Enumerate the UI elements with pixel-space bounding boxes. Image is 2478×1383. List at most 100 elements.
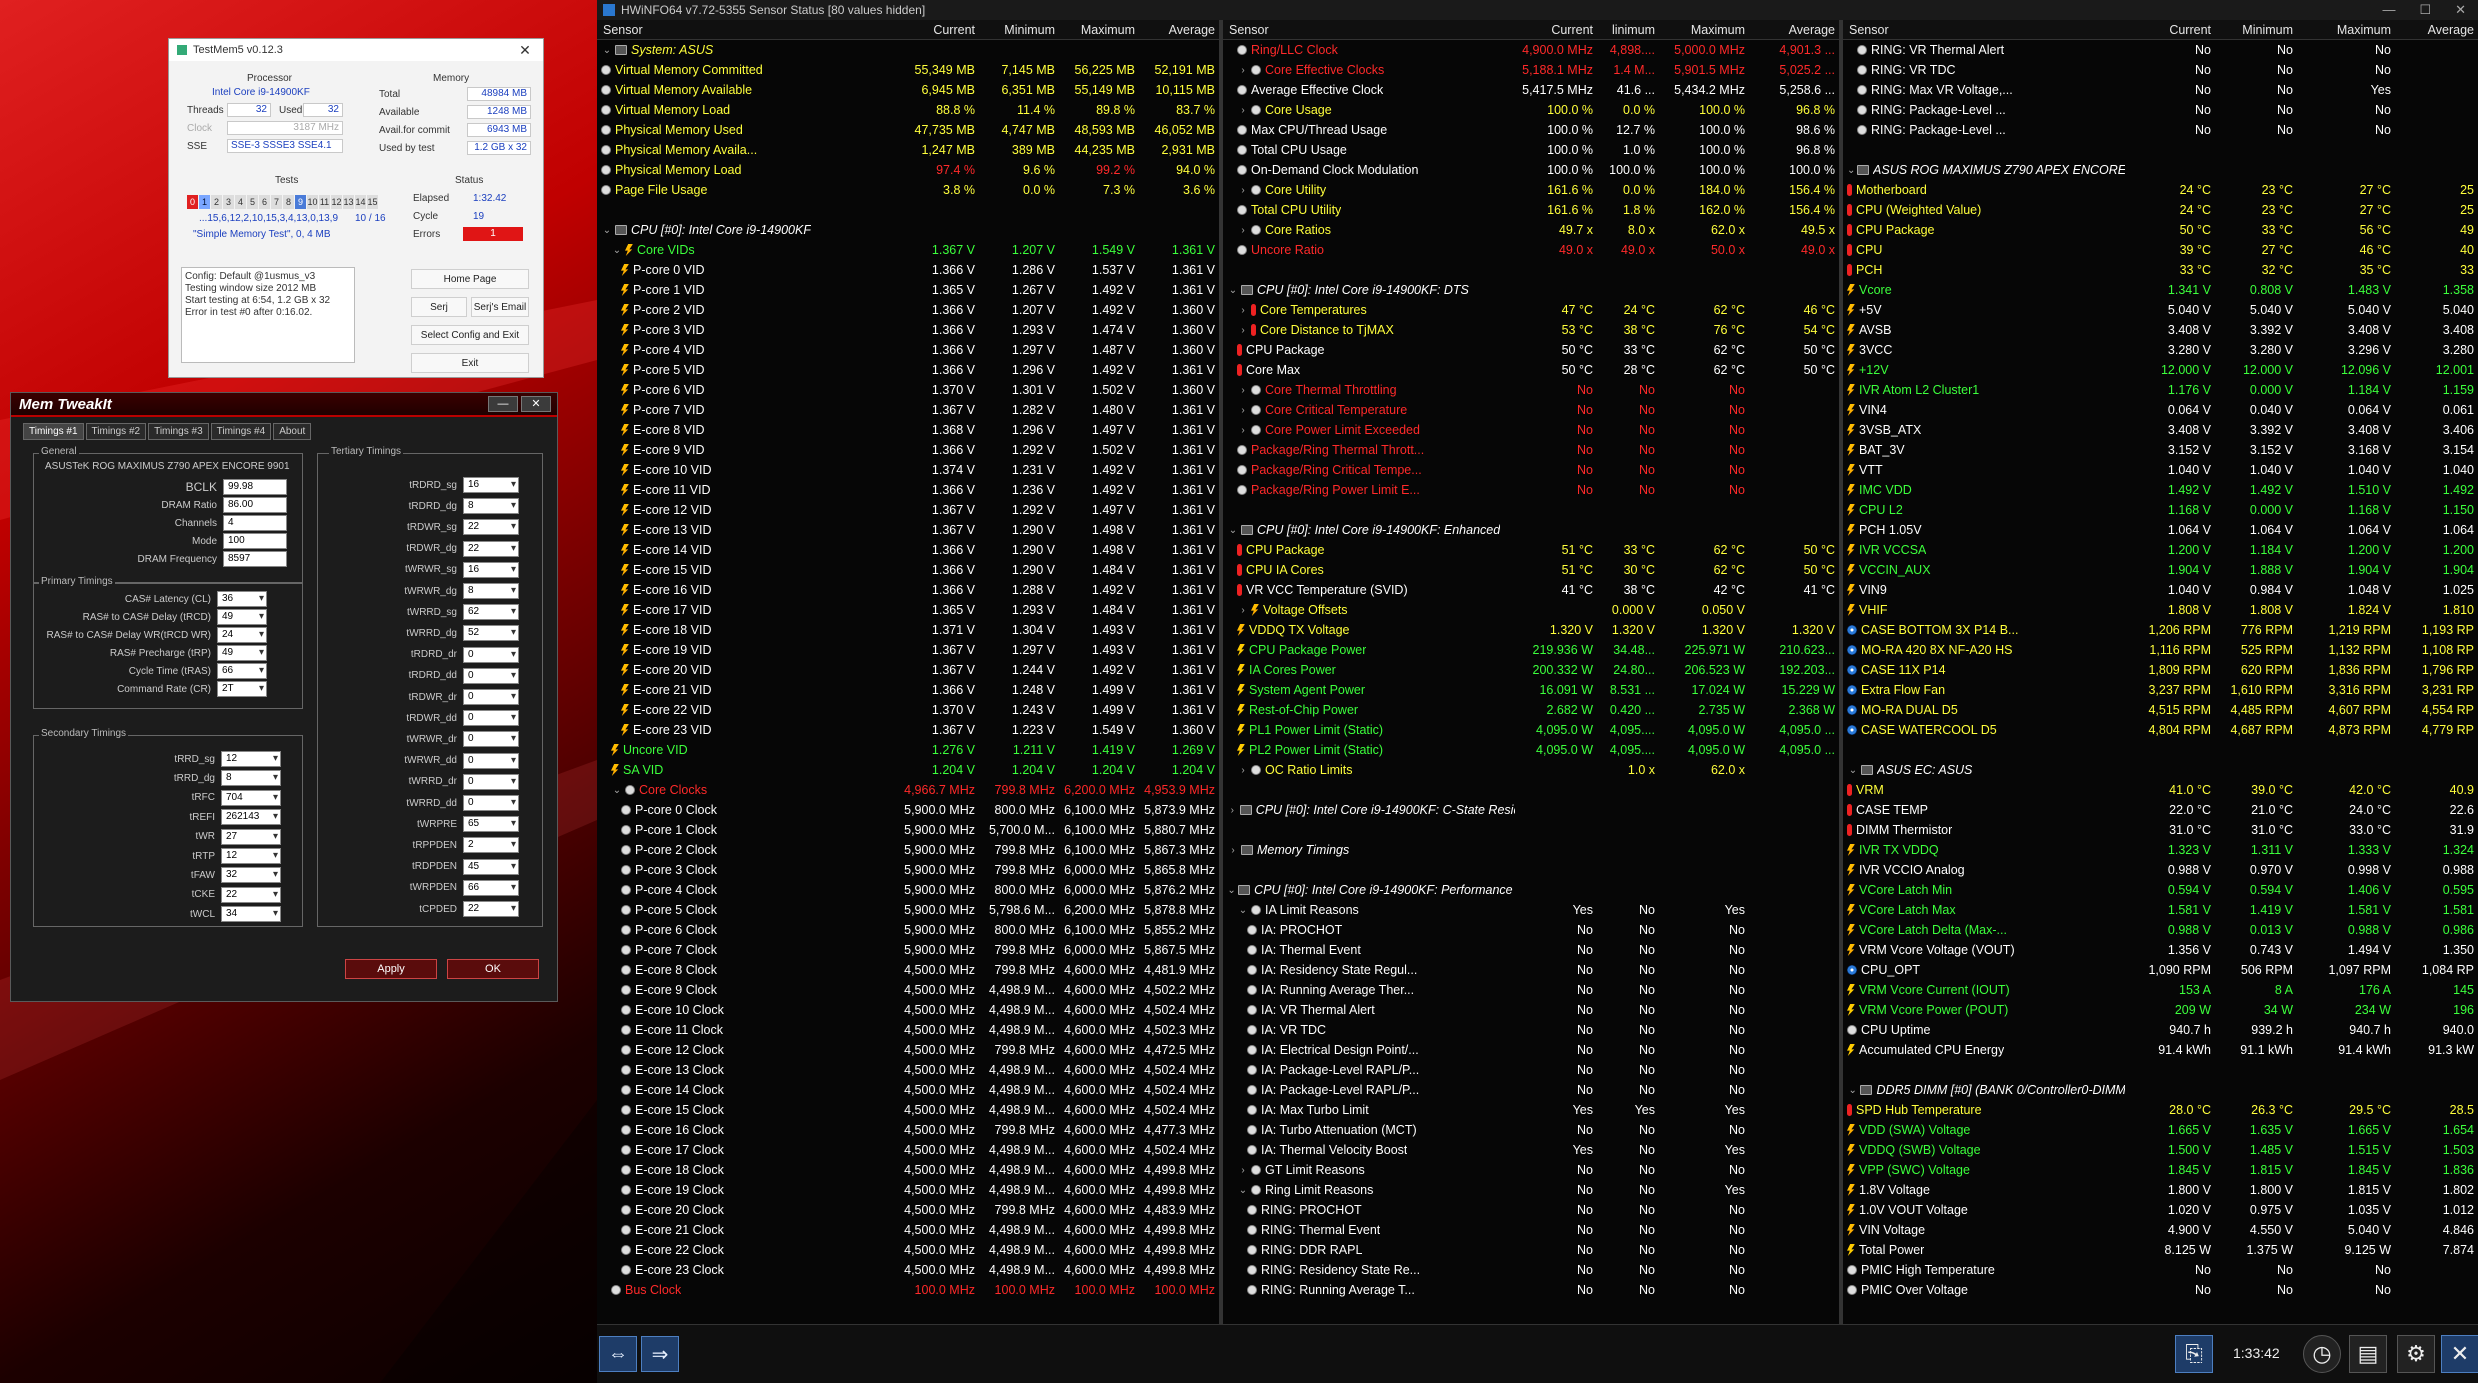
sensor-row[interactable]: CPU IA Cores 51 °C 30 °C 62 °C 50 °C — [1223, 560, 1839, 580]
sensor-row[interactable]: IA Cores Power 200.332 W 24.80... 206.523 W… — [1223, 660, 1839, 680]
sensor-row[interactable]: E-core 12 Clock 4,500.0 MHz 799.8 MHz 4,600… — [597, 1040, 1219, 1060]
timing-select[interactable]: 22 — [463, 519, 519, 536]
sensor-row[interactable]: Package/Ring Power Limit E... No No No — [1223, 480, 1839, 500]
column-header-2[interactable]: Minimum — [979, 23, 1059, 37]
sensor-row[interactable]: Motherboard 24 °C 23 °C 27 °C 25 — [1843, 180, 2478, 200]
timing-select[interactable]: 34 — [221, 906, 281, 923]
sensor-row[interactable]: E-core 22 Clock 4,500.0 MHz 4,498.9 M... 4,… — [597, 1240, 1219, 1260]
sensor-row[interactable]: VRM Vcore Current (IOUT) 153 A8 A 176 A 145 — [1843, 980, 2478, 1000]
sensor-row[interactable]: E-core 15 VID 1.366 V 1.290 V 1.484 V 1.361 … — [597, 560, 1219, 580]
sensor-row[interactable]: CASE WATERCOOL D5 4,804 RPM 4,687 RPM 4,873… — [1843, 720, 2478, 740]
chevron-down-icon[interactable]: ⌄ — [601, 45, 613, 56]
maximize-icon[interactable]: ☐ — [2419, 2, 2431, 18]
memtweakit-titlebar[interactable]: Mem TweakIt — ✕ — [11, 393, 557, 417]
sensor-row[interactable]: RING: Thermal Event No No No — [1223, 1220, 1839, 1240]
sensor-row[interactable]: P-core 5 Clock 5,900.0 MHz 5,798.6 M... 6,2… — [597, 900, 1219, 920]
sensor-row[interactable]: E-core 17 VID 1.365 V 1.293 V 1.484 V 1.361 … — [597, 600, 1219, 620]
timing-select[interactable]: 0 — [463, 731, 519, 748]
timing-select[interactable]: 0 — [463, 752, 519, 769]
sensor-row[interactable]: Accumulated CPU Energy 91.4 kWh 91.1 kWh 91… — [1843, 1040, 2478, 1060]
sensor-row[interactable]: IVR VCCSA 1.200 V 1.184 V 1.200 V 1.200 — [1843, 540, 2478, 560]
minimize-icon[interactable]: — — [488, 396, 518, 412]
sensor-row[interactable]: 1.8V Voltage 1.800 V 1.800 V 1.815 V 1.802 — [1843, 1180, 2478, 1200]
tab-timings-1[interactable]: Timings #1 — [23, 423, 84, 440]
sensor-row[interactable]: ⌄ Ring Limit Reasons No No Yes — [1223, 1180, 1839, 1200]
sensor-panel-1[interactable]: Sensor Current Minimum Maximum Average ⌄ Syste… — [597, 20, 1219, 1324]
sensor-row[interactable]: Package/Ring Thermal Thrott... No No No — [1223, 440, 1839, 460]
timing-select[interactable]: 12 — [221, 848, 281, 864]
sensor-row[interactable]: Vcore 1.341 V 0.808 V 1.483 V 1.358 — [1843, 280, 2478, 300]
sensor-row[interactable]: PMIC Over Voltage No No No — [1843, 1280, 2478, 1300]
timing-select[interactable]: 0 — [463, 710, 519, 727]
sensor-row[interactable]: 3VCC 3.280 V 3.280 V 3.296 V 3.280 — [1843, 340, 2478, 360]
sensor-row[interactable]: E-core 20 Clock 4,500.0 MHz 799.8 MHz 4,600… — [597, 1200, 1219, 1220]
minimize-icon[interactable]: — — [2382, 2, 2395, 18]
home-page-button[interactable]: Home Page — [411, 269, 529, 289]
chevron-right-icon[interactable]: › — [1237, 405, 1249, 416]
chevron-right-icon[interactable]: › — [1227, 845, 1239, 856]
timing-select[interactable]: 8 — [221, 770, 281, 787]
chevron-down-icon[interactable]: ⌄ — [1237, 905, 1249, 916]
sensor-row[interactable]: P-core 1 Clock 5,900.0 MHz 5,700.0 M... 6,1… — [597, 820, 1219, 840]
sensor-row[interactable]: E-core 20 VID 1.367 V 1.244 V 1.492 V 1.361 … — [597, 660, 1219, 680]
hwinfo-titlebar[interactable]: HWiNFO64 v7.72-5355 Sensor Status [80 va… — [597, 0, 2478, 20]
sensor-row[interactable]: Uncore Ratio 49.0 x 49.0 x 50.0 x 49.0 x — [1223, 240, 1839, 260]
sensor-row[interactable]: Physical Memory Availa... 1,247 MB 389 MB 4… — [597, 140, 1219, 160]
tab-timings-4[interactable]: Timings #4 — [210, 423, 272, 440]
chevron-right-icon[interactable]: › — [1237, 425, 1249, 436]
sensor-row[interactable]: RING: DDR RAPL No No No — [1223, 1240, 1839, 1260]
chevron-right-icon[interactable]: › — [1237, 385, 1249, 396]
sensor-row[interactable]: VCore Latch Max 1.581 V 1.419 V 1.581 V 1.58… — [1843, 900, 2478, 920]
sensor-group-header[interactable]: ⌄ASUS ROG MAXIMUS Z790 APEX ENCORE (Nuvo… — [1843, 160, 2478, 180]
sensor-row[interactable]: VIN Voltage 4.900 V 4.550 V 5.040 V 4.846 — [1843, 1220, 2478, 1240]
timing-select[interactable]: 0 — [463, 667, 519, 684]
sensor-row[interactable]: P-core 2 Clock 5,900.0 MHz 799.8 MHz 6,100.… — [597, 840, 1219, 860]
sensor-row[interactable]: › GT Limit Reasons No No No — [1223, 1160, 1839, 1180]
chevron-down-icon[interactable]: ⌄ — [1227, 885, 1236, 896]
sensor-row[interactable]: VCCIN_AUX 1.904 V 1.888 V 1.904 V 1.904 — [1843, 560, 2478, 580]
sensor-row[interactable]: E-core 23 Clock 4,500.0 MHz 4,498.9 M... 4,… — [597, 1260, 1219, 1280]
sensor-row[interactable]: VDD (SWA) Voltage 1.665 V 1.635 V 1.665 V 1.… — [1843, 1120, 2478, 1140]
sensor-panel-3[interactable]: Sensor Current Minimum Maximum Average RING: … — [1843, 20, 2478, 1324]
timing-select[interactable]: 62 — [463, 604, 519, 621]
sensor-row[interactable]: CPU (Weighted Value) 24 °C 23 °C 27 °C 25 — [1843, 200, 2478, 220]
sensor-row[interactable]: 3VSB_ATX 3.408 V 3.392 V 3.408 V 3.406 — [1843, 420, 2478, 440]
timing-select[interactable]: 8 — [463, 583, 519, 599]
sensor-row[interactable]: IA: VR Thermal Alert No No No — [1223, 1000, 1839, 1020]
serj-email-button[interactable]: Serj's Email — [471, 297, 529, 317]
sensor-row[interactable]: P-core 4 VID 1.366 V 1.297 V 1.487 V 1.360 V — [597, 340, 1219, 360]
sensor-row[interactable]: E-core 11 Clock 4,500.0 MHz 4,498.9 M... 4,… — [597, 1020, 1219, 1040]
sensor-row[interactable]: IVR VCCIO Analog 0.988 V 0.970 V 0.998 V 0.9… — [1843, 860, 2478, 880]
chevron-right-icon[interactable]: › — [1237, 1165, 1249, 1176]
column-header-3[interactable]: Maximum — [1659, 23, 1749, 37]
select-config-button[interactable]: Select Config and Exit — [411, 325, 529, 345]
sensor-row[interactable]: PL1 Power Limit (Static) 4,095.0 W 4,095..… — [1223, 720, 1839, 740]
sensor-group-header[interactable]: ⌄ ASUS EC: ASUS — [1843, 760, 2478, 780]
sensor-row[interactable]: E-core 15 Clock 4,500.0 MHz 4,498.9 M... 4,… — [597, 1100, 1219, 1120]
sensor-row[interactable]: Rest-of-Chip Power 2.682 W 0.420 ... 2.735 … — [1223, 700, 1839, 720]
sensor-row[interactable]: › Core Temperatures 47 °C 24 °C 62 °C 46 °C — [1223, 300, 1839, 320]
sensor-row[interactable]: P-core 1 VID 1.365 V 1.267 V 1.492 V 1.361 V — [597, 280, 1219, 300]
chevron-down-icon[interactable]: ⌄ — [1237, 1185, 1249, 1196]
sensor-row[interactable]: E-core 18 VID 1.371 V 1.304 V 1.493 V 1.361 … — [597, 620, 1219, 640]
sensor-row[interactable]: E-core 21 Clock 4,500.0 MHz 4,498.9 M... 4,… — [597, 1220, 1219, 1240]
timing-select[interactable]: 0 — [463, 795, 519, 811]
sensor-row[interactable]: E-core 16 VID 1.366 V 1.288 V 1.492 V 1.361 … — [597, 580, 1219, 600]
timing-select[interactable]: 66 — [463, 879, 519, 896]
chevron-right-icon[interactable]: › — [1237, 225, 1249, 236]
testmem5-titlebar[interactable]: TestMem5 v0.12.3 ✕ — [169, 39, 543, 61]
sensor-row[interactable]: IA: Thermal Event No No No — [1223, 940, 1839, 960]
sensor-row[interactable]: IVR Atom L2 Cluster1 1.176 V 0.000 V 1.184 … — [1843, 380, 2478, 400]
sensor-row[interactable]: E-core 19 VID 1.367 V 1.297 V 1.493 V 1.361 … — [597, 640, 1219, 660]
sensor-row[interactable]: IA: VR TDC No No No — [1223, 1020, 1839, 1040]
sensor-row[interactable]: E-core 10 VID 1.374 V 1.231 V 1.492 V 1.361 … — [597, 460, 1219, 480]
sensor-row[interactable]: RING: Package-Level ... No No No — [1843, 120, 2478, 140]
sensor-row[interactable]: IMC VDD 1.492 V 1.492 V 1.510 V 1.492 — [1843, 480, 2478, 500]
sensor-row[interactable]: › Core Critical Temperature No No No — [1223, 400, 1839, 420]
chevron-right-icon[interactable]: › — [1237, 765, 1249, 776]
report-icon[interactable]: ▤ — [2349, 1335, 2387, 1373]
timing-select[interactable]: 16 — [463, 477, 519, 493]
sensor-row[interactable]: RING: VR TDC No No No — [1843, 60, 2478, 80]
timing-select[interactable]: 0 — [463, 773, 519, 790]
sensor-row[interactable]: Core Max 50 °C 28 °C 62 °C 50 °C — [1223, 360, 1839, 380]
